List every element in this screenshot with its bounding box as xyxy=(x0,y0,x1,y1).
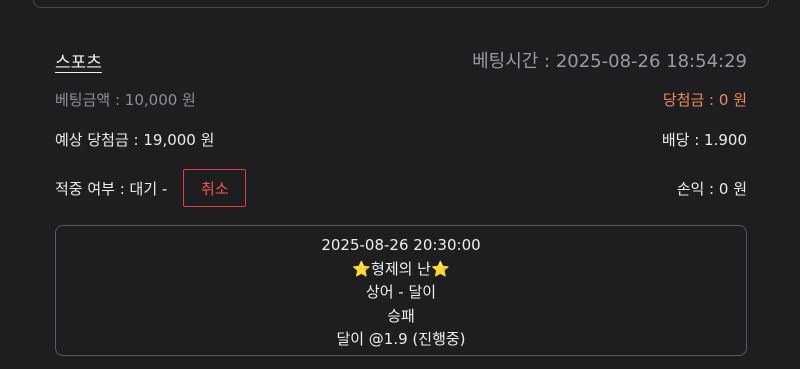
hit-status: 적중 여부 : 대기 - xyxy=(55,179,168,198)
cancel-button[interactable]: 취소 xyxy=(183,169,247,207)
expected-win-row: 예상 당첨금 : 19,000 원 배당 : 1.900 xyxy=(55,129,747,150)
market-type: 승패 xyxy=(387,306,415,325)
league-name: 형제의 난 xyxy=(371,259,431,278)
sport-title[interactable]: 스포츠 xyxy=(55,48,102,73)
star-icon: ⭐ xyxy=(430,259,450,278)
previous-bet-card xyxy=(33,0,769,8)
match-datetime: 2025-08-26 20:30:00 xyxy=(321,236,481,254)
matchup: 상어 - 달이 xyxy=(365,283,437,301)
bet-amount-row: 베팅금액 : 10,000 원 당첨금 : 0 원 xyxy=(55,89,747,110)
bet-header-row: 스포츠 베팅시간 : 2025-08-26 18:54:29 xyxy=(55,47,747,73)
profit: 손익 : 0 원 xyxy=(676,179,747,198)
bet-time: 베팅시간 : 2025-08-26 18:54:29 xyxy=(472,51,747,72)
league-line: ⭐형제의 난⭐ xyxy=(352,258,449,282)
bet-detail-box: 2025-08-26 20:30:00 ⭐형제의 난⭐ 상어 - 달이 승패 달… xyxy=(55,225,747,356)
selection: 달이 @1.9 (진행중) xyxy=(336,330,466,348)
odds: 배당 : 1.900 xyxy=(661,131,747,149)
star-icon: ⭐ xyxy=(352,259,372,278)
hit-status-group: 적중 여부 : 대기 - 취소 xyxy=(55,169,247,207)
status-row: 적중 여부 : 대기 - 취소 손익 : 0 원 xyxy=(55,168,747,208)
bet-amount: 베팅금액 : 10,000 원 xyxy=(55,91,196,109)
win-amount: 당첨금 : 0 원 xyxy=(662,91,747,109)
expected-win: 예상 당첨금 : 19,000 원 xyxy=(55,131,215,149)
